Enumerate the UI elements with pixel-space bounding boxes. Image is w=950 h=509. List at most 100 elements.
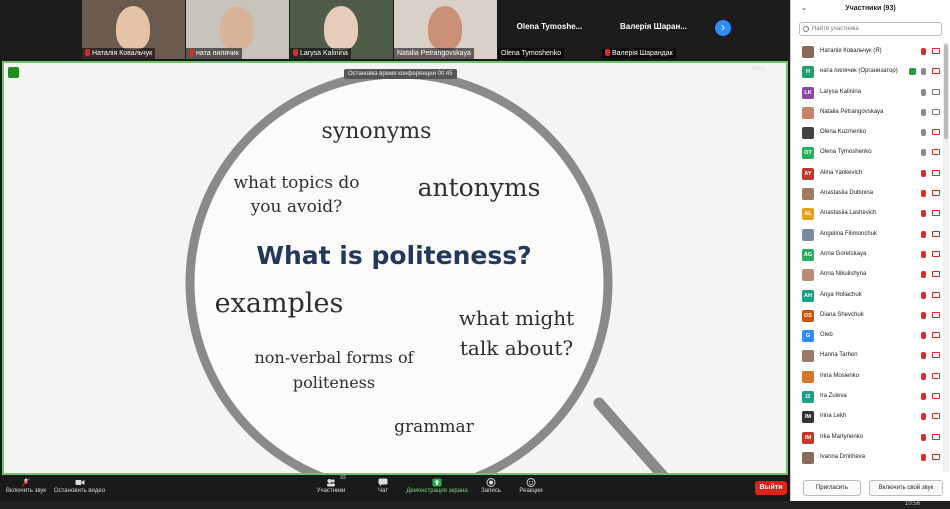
participant-list-scrollbar[interactable] (943, 42, 949, 472)
avatar (802, 350, 814, 363)
security-shield-icon[interactable] (8, 67, 19, 78)
share-screen-label: Демонстрация экрана (406, 488, 468, 494)
video-tile[interactable]: ната пилячик (186, 0, 289, 59)
participant-row[interactable]: AH Anya Holiachuk (791, 286, 943, 306)
mic-icon (921, 129, 926, 137)
participant-video-face (428, 6, 462, 50)
windows-taskbar: 10:56 (0, 501, 950, 509)
participant-name: Anna Nikulishyna (820, 271, 867, 278)
participant-row[interactable]: Olena Kuzmenko (791, 123, 943, 143)
unmute-label: Включить звук (5, 488, 46, 494)
invite-button[interactable]: Пригласить (803, 480, 861, 496)
muted-mic-icon (921, 453, 926, 461)
video-tile[interactable]: Наталія Ковальчук (82, 0, 185, 59)
leave-button[interactable]: Выйти (755, 481, 787, 495)
avatar (802, 451, 814, 464)
video-off-icon (932, 68, 940, 75)
participant-row[interactable]: G Gleb (791, 326, 943, 346)
participant-name: Olena Tymoshenko (820, 149, 872, 156)
meeting-toolbar: Включить звук Остановить видео Участники… (0, 475, 790, 501)
chat-button[interactable]: Чат (370, 478, 396, 494)
video-camera-icon (932, 88, 940, 95)
participant-row[interactable]: OT Olena Tymoshenko (791, 143, 943, 163)
participant-name: Ivanna Dmitrieva (820, 453, 866, 460)
participant-row[interactable]: AL Anastasiia Lashevich (791, 204, 943, 224)
video-off-icon (932, 372, 940, 379)
avatar: AL (802, 208, 814, 221)
next-page-arrow-icon[interactable]: › (715, 20, 731, 36)
participant-list: Наталія Ковальчук (Я) Hната пилячик (Орга… (791, 42, 943, 468)
view-menu[interactable]: Вид (752, 65, 765, 72)
participant-row[interactable]: IM Irka Martynenko (791, 428, 943, 448)
slide-word-grammar: grammar (394, 417, 474, 437)
participant-video-face (116, 6, 150, 50)
avatar: LK (802, 86, 814, 99)
share-status-badge[interactable]: Остановка время конференции 00:45 (344, 69, 457, 79)
video-tile[interactable]: Валерія Шаран... Валерія Шарандак (602, 0, 705, 59)
video-tile-name-text: Larysa Kalinina (300, 50, 348, 57)
presentation-slide: Остановка время конференции 00:45 Вид sy… (2, 61, 788, 475)
participant-row[interactable]: Anastasiia Dubinina (791, 184, 943, 204)
participant-row[interactable]: Наталія Ковальчук (Я) (791, 42, 943, 62)
video-off-icon (932, 230, 940, 237)
reactions-button[interactable]: Реакции (516, 478, 546, 494)
participant-row[interactable]: Hната пилячик (Организатор) (791, 62, 943, 82)
muted-mic-icon (921, 271, 926, 279)
avatar (802, 46, 814, 58)
avatar (802, 188, 814, 201)
participant-row[interactable]: Anna Nikulishyna (791, 265, 943, 285)
participant-row[interactable]: Natalia Petrangovskaya (791, 103, 943, 123)
participant-name: Olena Kuzmenko (820, 129, 867, 136)
avatar: H (802, 66, 814, 79)
participant-name: ната пилячик (Организатор) (820, 68, 898, 75)
chevron-down-icon[interactable]: ⌄ (801, 0, 807, 18)
slide-word-examples: examples (214, 288, 344, 319)
video-tile[interactable]: Larysa Kalinina (290, 0, 393, 59)
participant-row[interactable]: AY Alina Yankevich (791, 164, 943, 184)
chat-bubble-icon (378, 478, 388, 487)
record-button[interactable]: Запись (478, 478, 504, 494)
scrollbar-thumb[interactable] (944, 44, 948, 139)
participant-row[interactable]: LK Larysa Kalinina (791, 83, 943, 103)
video-tile[interactable]: Olena Tymoshe... Olena Tymoshenko (498, 0, 601, 59)
video-off-icon (932, 433, 940, 440)
participant-row[interactable]: IM Irina Lekh (791, 407, 943, 427)
participant-row[interactable]: AG Anna Goretskaya (791, 245, 943, 265)
participant-row[interactable]: IZ Ira Zuieva (791, 387, 943, 407)
participant-name: Ira Zuieva (820, 393, 847, 400)
participants-panel: ⌄ Участники (93) Найти участника Наталія… (790, 0, 950, 501)
video-off-icon (932, 149, 940, 156)
record-icon (486, 478, 496, 487)
share-screen-button[interactable]: Демонстрация экрана (404, 478, 470, 494)
participant-row[interactable]: Ivanna Dmitrieva (791, 448, 943, 468)
muted-mic-icon (189, 49, 194, 56)
video-camera-icon (75, 480, 84, 485)
video-tile-name: Olena Tymoshenko (498, 48, 565, 59)
avatar: G (802, 330, 814, 343)
unmute-self-button[interactable]: Включить свой звук (869, 480, 943, 496)
muted-mic-icon (921, 291, 926, 299)
mic-icon (921, 68, 926, 76)
participant-search-input[interactable]: Найти участника (799, 22, 942, 36)
participant-name: Наталія Ковальчук (Я) (820, 48, 882, 54)
stop-video-button[interactable]: Остановить видео (52, 478, 107, 494)
video-tile[interactable]: Natalia Petrangovskaya (394, 0, 497, 59)
avatar: AY (802, 167, 814, 180)
participants-panel-footer: Пригласить Включить свой звук (791, 478, 950, 500)
participant-row[interactable]: Hanna Tarhon (791, 346, 943, 366)
avatar: IZ (802, 391, 814, 404)
participant-name: Larysa Kalinina (820, 88, 862, 95)
video-camera-icon (932, 108, 940, 115)
participant-row[interactable]: Inna Mosienko (791, 367, 943, 387)
participants-panel-header: ⌄ Участники (93) (791, 0, 950, 18)
video-off-icon (932, 332, 940, 339)
participant-row[interactable]: DS Diana Shevchuk (791, 306, 943, 326)
video-off-icon (932, 291, 940, 298)
video-off-icon (932, 393, 940, 400)
participant-row[interactable]: Angelina Filimonchuk (791, 225, 943, 245)
participant-name: Anya Holiachuk (820, 291, 862, 298)
unmute-button[interactable]: Включить звук (4, 478, 48, 494)
muted-mic-icon (921, 169, 926, 177)
slide-word-might-2: talk about? (459, 336, 574, 360)
video-tile-name: Наталія Ковальчук (82, 48, 156, 59)
